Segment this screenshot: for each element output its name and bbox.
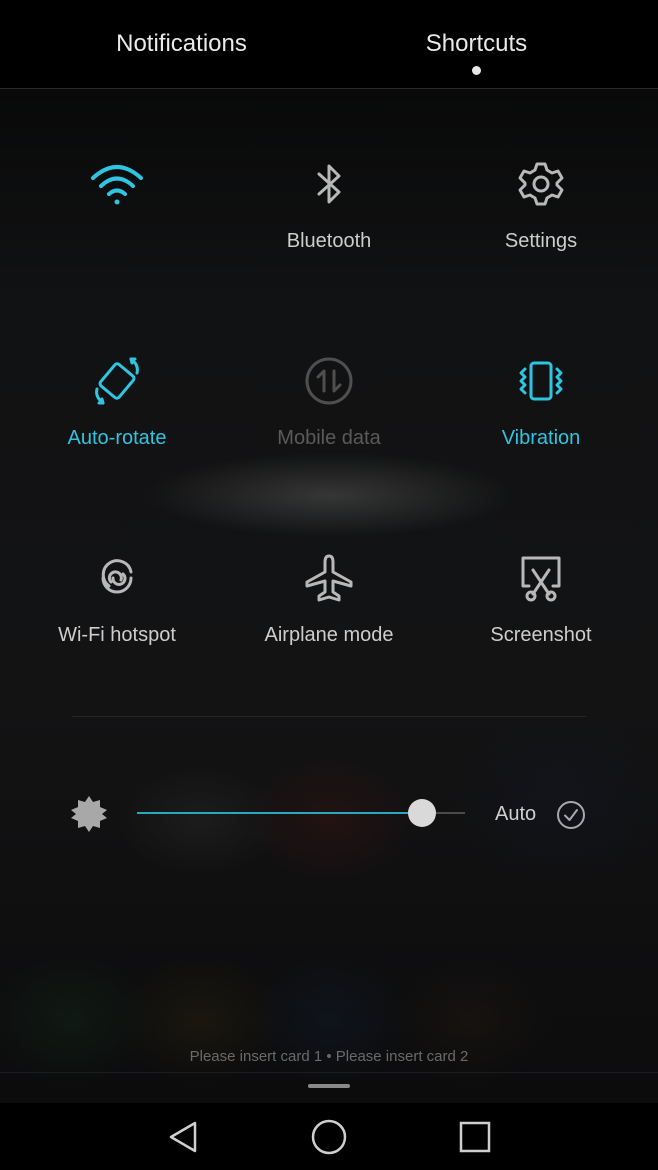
- tile-label: Settings: [504, 230, 578, 252]
- airplane-icon: [299, 548, 359, 608]
- brightness-slider-fill: [137, 812, 423, 814]
- tile-label: Screenshot: [490, 624, 592, 646]
- home-button[interactable]: [309, 1117, 349, 1157]
- tile-label: Airplane mode: [264, 624, 394, 646]
- recents-square-icon: [459, 1121, 491, 1153]
- vibration-icon: [511, 351, 571, 411]
- section-divider: [72, 716, 586, 717]
- tile-label: Auto-rotate: [67, 427, 167, 449]
- recents-button[interactable]: [455, 1117, 495, 1157]
- rotate-icon: [87, 351, 147, 411]
- bluetooth-icon: [299, 154, 359, 214]
- tile-vibration[interactable]: Vibration: [435, 331, 647, 481]
- panel-tabs: Notifications Shortcuts: [0, 0, 658, 89]
- back-triangle-icon: [169, 1121, 197, 1153]
- quick-settings-panel: Notifications Shortcuts Bluetooth Settin…: [0, 0, 658, 1170]
- brightness-slider-thumb[interactable]: [408, 799, 437, 827]
- hotspot-icon: [87, 548, 147, 608]
- auto-brightness-checkbox[interactable]: [556, 800, 586, 830]
- tile-label: Vibration: [501, 427, 581, 449]
- tile-wifi[interactable]: [11, 134, 223, 284]
- gear-icon: [511, 154, 571, 214]
- brightness-icon: [70, 795, 108, 833]
- tab-notifications[interactable]: Notifications: [17, 30, 346, 58]
- tab-shortcuts[interactable]: Shortcuts: [312, 30, 641, 58]
- tile-wifi-hotspot[interactable]: Wi-Fi hotspot: [11, 528, 223, 678]
- tile-bluetooth[interactable]: Bluetooth: [223, 134, 435, 284]
- active-tab-indicator: [472, 66, 481, 75]
- home-circle-icon: [311, 1119, 347, 1155]
- mobile-data-icon: [299, 351, 359, 411]
- tile-screenshot[interactable]: Screenshot: [435, 528, 647, 678]
- bottom-divider: [0, 1072, 658, 1073]
- brightness-slider[interactable]: [137, 799, 465, 827]
- tile-airplane-mode[interactable]: Airplane mode: [223, 528, 435, 678]
- tile-mobile-data[interactable]: Mobile data: [223, 331, 435, 481]
- navigation-bar: [0, 1103, 658, 1170]
- panel-drag-handle[interactable]: [308, 1084, 350, 1088]
- wifi-icon: [87, 154, 147, 214]
- tile-auto-rotate[interactable]: Auto-rotate: [11, 331, 223, 481]
- screenshot-icon: [511, 548, 571, 608]
- back-button[interactable]: [163, 1117, 203, 1157]
- tile-label: Mobile data: [277, 427, 381, 449]
- check-circle-icon: [557, 801, 585, 829]
- tile-label: Wi-Fi hotspot: [58, 624, 176, 646]
- tile-label: Bluetooth: [286, 230, 372, 252]
- auto-brightness-label: Auto: [495, 803, 537, 825]
- tile-settings[interactable]: Settings: [435, 134, 647, 284]
- sim-status-text: Please insert card 1 • Please insert car…: [189, 1048, 469, 1065]
